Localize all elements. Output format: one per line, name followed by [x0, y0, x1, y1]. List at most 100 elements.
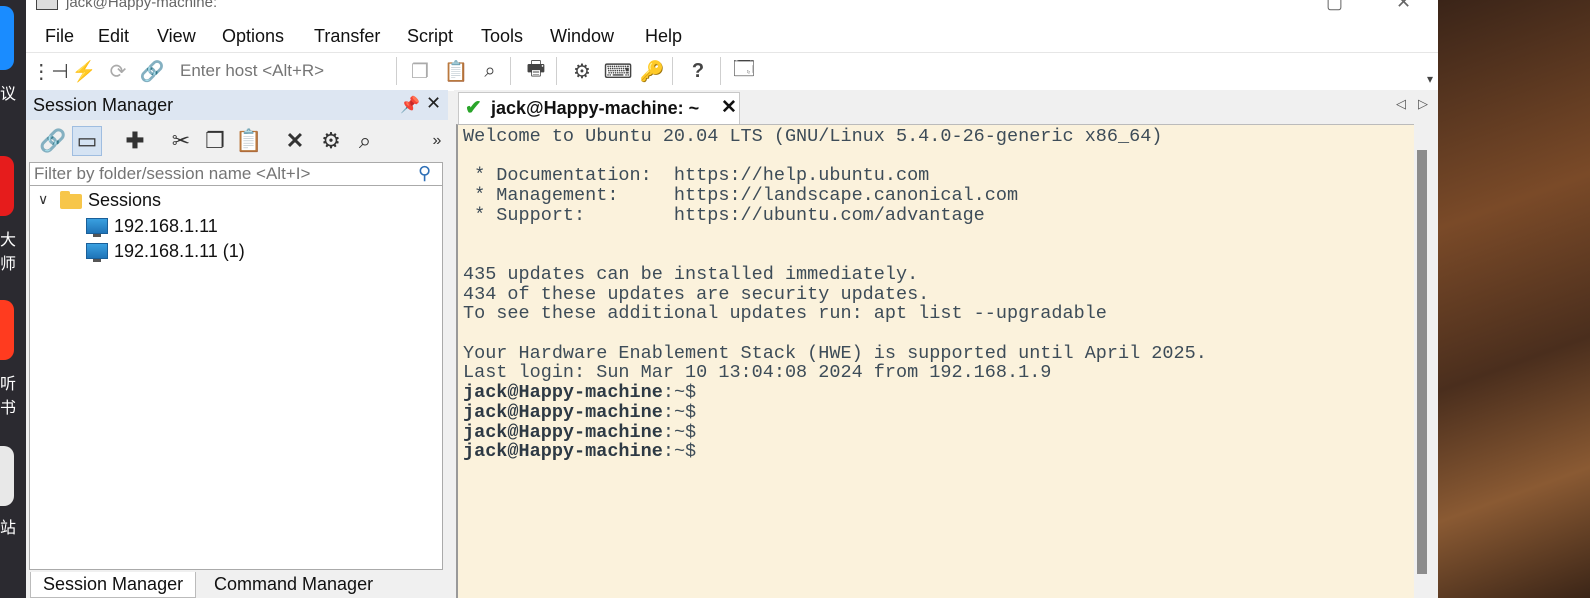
host-input[interactable]: [176, 57, 400, 85]
desktop-label: 大师: [0, 232, 17, 273]
session-item[interactable]: 192.168.1.11: [114, 216, 218, 237]
app-icon: [36, 0, 58, 10]
link-icon[interactable]: 🔗: [138, 57, 166, 85]
toolbar-separator: [672, 57, 673, 85]
terminal-line: 434 of these updates are security update…: [463, 283, 930, 305]
tab-scroll-right-icon[interactable]: ▷: [1418, 96, 1428, 112]
close-panel-icon[interactable]: ✕: [426, 93, 441, 114]
tab-command-manager[interactable]: Command Manager: [202, 572, 385, 598]
copy-session-icon[interactable]: ❐: [200, 126, 230, 156]
menu-script[interactable]: Script: [407, 26, 453, 47]
terminal-tab-strip: ✔ jack@Happy-machine: ~ ✕ ◁ ▷: [454, 90, 1438, 124]
reconnect-icon[interactable]: ⟳: [104, 57, 132, 85]
menu-window[interactable]: Window: [550, 26, 614, 47]
desktop-app-icon[interactable]: [0, 300, 14, 360]
terminal-screen[interactable]: Welcome to Ubuntu 20.04 LTS (GNU/Linux 5…: [456, 124, 1432, 598]
connect-tree-icon[interactable]: ⋮⊣: [31, 57, 68, 85]
main-toolbar: ⋮⊣ ⚡ ⟳ 🔗 ❐ 📋 ⌕ 🖶 ⚙ ⌨ 🔑 ? 🗔 ▾: [26, 52, 1438, 91]
toolbar-overflow-icon[interactable]: ▾: [1416, 65, 1444, 93]
terminal-line: Welcome to Ubuntu 20.04 LTS (GNU/Linux 5…: [463, 126, 1163, 147]
terminal-output: Welcome to Ubuntu 20.04 LTS (GNU/Linux 5…: [463, 127, 1207, 462]
paste-session-icon[interactable]: 📋: [234, 126, 264, 156]
find-session-icon[interactable]: ⌕: [350, 126, 380, 156]
terminal-line: To see these additional updates run: apt…: [463, 303, 1107, 325]
menu-edit[interactable]: Edit: [98, 26, 129, 47]
session-manager-header: Session Manager 📌 ✕: [26, 90, 448, 120]
desktop-app-icon[interactable]: [0, 6, 14, 70]
filter-box: ⚲: [29, 162, 443, 186]
terminal-tab[interactable]: ✔ jack@Happy-machine: ~ ✕: [458, 92, 740, 124]
terminal-line: * Documentation: https://help.ubuntu.com: [474, 165, 930, 187]
terminal-line: 435 updates can be installed immediately…: [463, 263, 919, 285]
toolbar-separator: [556, 57, 557, 85]
copy-icon[interactable]: ❐: [406, 57, 434, 85]
collapse-icon[interactable]: ∨: [38, 191, 48, 208]
bottom-tabs: Session Manager Command Manager: [26, 570, 448, 598]
toolbar-separator: [510, 57, 511, 85]
app-window: jack@Happy-machine: ▢ ✕ File Edit View O…: [26, 0, 1438, 598]
connect-session-icon[interactable]: 🔗: [38, 126, 68, 156]
close-window-icon[interactable]: ✕: [1396, 0, 1411, 13]
find-icon[interactable]: ⌕: [476, 57, 504, 85]
filter-input[interactable]: [34, 164, 404, 184]
desktop-label: 听书: [0, 376, 17, 417]
terminal-prompt: jack@Happy-machine:~$: [463, 382, 697, 404]
help-icon[interactable]: ?: [684, 57, 712, 85]
desktop-label: 站: [0, 520, 17, 537]
scroll-thumb[interactable]: [1417, 150, 1427, 574]
connect-tab-icon[interactable]: ▭: [72, 126, 102, 156]
maximize-icon[interactable]: ▢: [1326, 0, 1343, 13]
cut-icon[interactable]: ✂: [166, 126, 196, 156]
menu-view[interactable]: View: [157, 26, 196, 47]
terminal-line: * Support: https://ubuntu.com/advantage: [474, 204, 985, 226]
terminal-prompt: jack@Happy-machine:~$: [463, 401, 697, 423]
pin-icon[interactable]: 📌: [400, 95, 420, 115]
terminal-prompt: jack@Happy-machine:~$: [463, 421, 697, 443]
tab-scroll-left-icon[interactable]: ◁: [1396, 96, 1406, 112]
desktop-app-icon[interactable]: [0, 446, 14, 506]
terminal-line: * Management: https://landscape.canonica…: [474, 185, 1019, 207]
desktop-app-icon[interactable]: [0, 156, 14, 216]
print-icon[interactable]: 🖶: [522, 57, 550, 85]
terminal-prompt: jack@Happy-machine:~$: [463, 441, 697, 463]
session-manager-title: Session Manager: [33, 95, 174, 115]
terminal-line: Your Hardware Enablement Stack (HWE) is …: [463, 342, 1207, 364]
menu-options[interactable]: Options: [222, 26, 284, 47]
monitor-icon: [86, 218, 108, 237]
connected-check-icon: ✔: [465, 97, 482, 119]
monitor-icon: [86, 243, 108, 262]
session-manager-toolbar: 🔗 ▭ ✚ ✂ ❐ 📋 ✕ ⚙ ⌕ »: [26, 120, 448, 162]
desktop-left-strip: 议 大师 听书 站: [0, 0, 26, 598]
delete-icon[interactable]: ✕: [280, 126, 310, 156]
more-icon[interactable]: »: [422, 126, 452, 156]
tab-session-manager[interactable]: Session Manager: [30, 572, 197, 598]
session-tree: ∨ Sessions 192.168.1.11 192.168.1.11 (1): [29, 186, 443, 570]
terminal-tab-label: jack@Happy-machine: ~: [491, 98, 700, 118]
properties-icon[interactable]: ⚙: [316, 126, 346, 156]
paste-icon[interactable]: 📋: [442, 57, 470, 85]
tree-folder-label[interactable]: Sessions: [88, 190, 161, 211]
toolbar-separator: [396, 57, 397, 85]
terminal-line: Last login: Sun Mar 10 13:04:08 2024 fro…: [463, 362, 1052, 384]
window-title: jack@Happy-machine:: [66, 0, 218, 11]
close-tab-icon[interactable]: ✕: [721, 96, 737, 119]
session-item[interactable]: 192.168.1.11 (1): [114, 241, 245, 262]
session-manager-panel: Session Manager 📌 ✕ 🔗 ▭ ✚ ✂ ❐ 📋 ✕ ⚙ ⌕ » …: [26, 90, 448, 598]
search-icon[interactable]: ⚲: [418, 163, 431, 184]
secure-file-icon[interactable]: 🗔: [730, 57, 758, 85]
toolbar-separator: [720, 57, 721, 85]
menu-file[interactable]: File: [45, 26, 74, 47]
new-session-icon[interactable]: ✚: [120, 126, 150, 156]
menu-tools[interactable]: Tools: [481, 26, 523, 47]
settings-icon[interactable]: ⚙: [568, 57, 596, 85]
menu-transfer[interactable]: Transfer: [314, 26, 380, 47]
key-icon[interactable]: 🔑: [638, 57, 666, 85]
desktop-label: 议: [0, 86, 17, 103]
keymap-icon[interactable]: ⌨: [604, 57, 633, 85]
title-bar: jack@Happy-machine: ▢ ✕: [26, 0, 1438, 20]
menu-bar: File Edit View Options Transfer Script T…: [26, 20, 1438, 52]
quick-connect-icon[interactable]: ⚡: [70, 57, 98, 85]
terminal-scrollbar[interactable]: [1414, 124, 1432, 598]
desktop-wallpaper: [1438, 0, 1590, 598]
menu-help[interactable]: Help: [645, 26, 682, 47]
